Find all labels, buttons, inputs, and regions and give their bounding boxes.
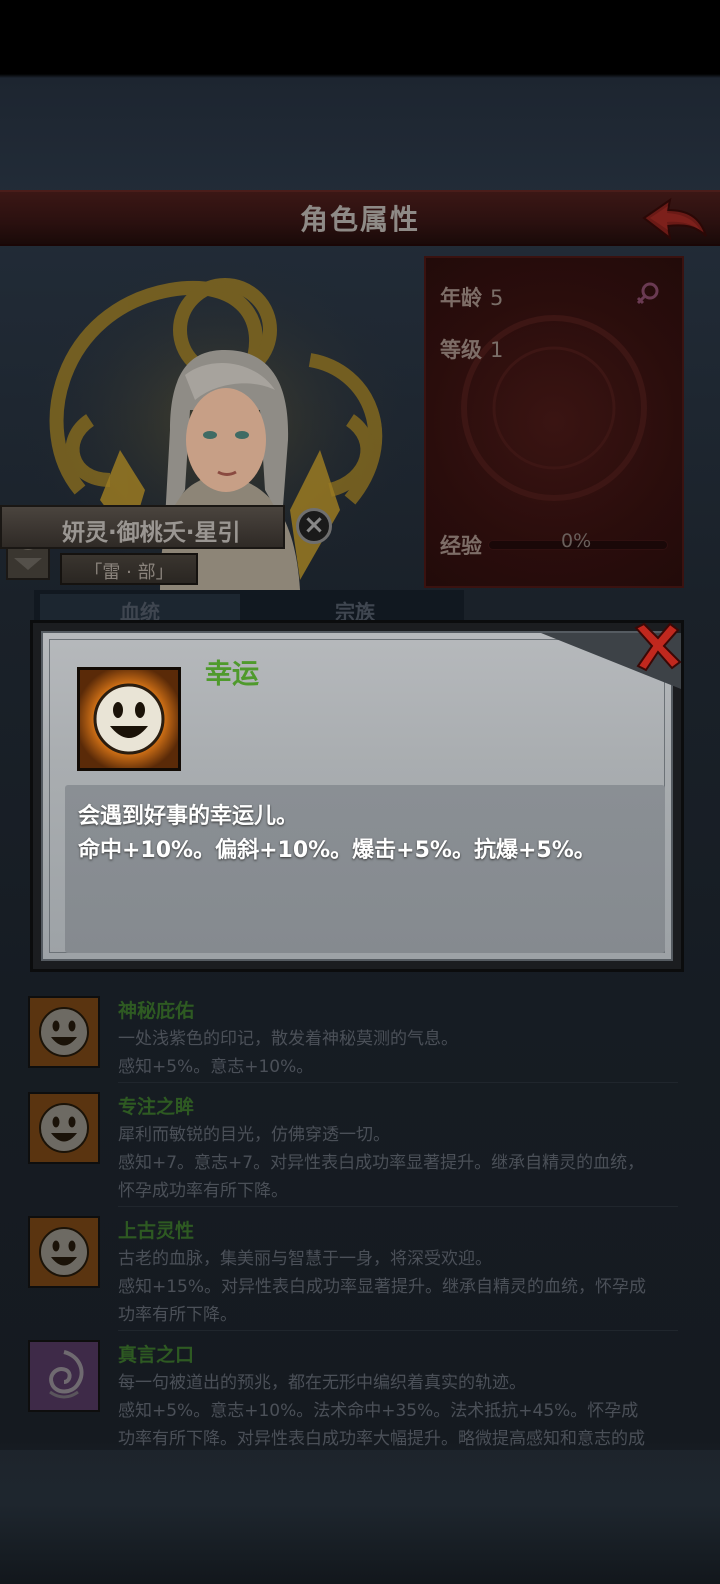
trait-line: 每一句被道出的预兆，都在无形中编织着真实的轨迹。 xyxy=(118,1373,526,1393)
trait-line: 怀孕成功率有所下降。 xyxy=(118,1181,288,1201)
trait-line: 感知+5%。意志+10%。 xyxy=(118,1057,314,1077)
modal-description-line-2: 命中+10%。偏斜+10%。爆击+5%。抗爆+5%。 xyxy=(78,838,596,863)
name-plate: 妍灵·御桃夭·星引 xyxy=(0,505,285,549)
modal-description-line-1: 会遇到好事的幸运儿。 xyxy=(78,804,299,829)
clan-name: 「雷 · 部」 xyxy=(84,562,174,583)
trait-line: 感知+15%。对异性表白成功率显著提升。继承自精灵的血统，怀孕成 xyxy=(118,1277,647,1297)
bottom-panel xyxy=(0,1450,720,1584)
back-arrow-button[interactable] xyxy=(640,196,710,244)
age-row: 年龄 5 xyxy=(440,282,503,312)
x-circle-icon: × xyxy=(303,510,325,540)
exp-value: 0% xyxy=(561,530,592,552)
level-value: 1 xyxy=(490,338,504,362)
trait-line: 犀利而敏锐的目光，仿佛穿透一切。 xyxy=(118,1125,390,1145)
smiley-face-icon xyxy=(28,996,100,1068)
smiley-face-icon xyxy=(28,1216,100,1288)
gender-icon xyxy=(634,280,662,308)
close-icon xyxy=(634,622,682,672)
character-name: 妍灵·御桃夭·星引 xyxy=(62,520,241,546)
back-arrow-icon xyxy=(642,197,707,241)
spiral-mouth-icon xyxy=(28,1340,100,1412)
title-bar: 角色属性 xyxy=(0,190,720,246)
remove-button[interactable]: × xyxy=(296,508,332,544)
trait-name: 上古灵性 xyxy=(118,1220,195,1242)
trait-line: 功率有所下降。对异性表白成功率大幅提升。略微提高感知和意志的成 xyxy=(118,1429,645,1449)
modal-panel xyxy=(41,631,681,961)
game-screen: 角色属性 年龄 5 等级 1 经验 0% 妍灵·御桃夭·星引 「雷 · 部」 ×… xyxy=(0,0,720,1584)
page-title: 角色属性 xyxy=(299,203,420,236)
trait-line: 功率有所下降。 xyxy=(118,1305,237,1325)
exp-label: 经验 xyxy=(440,534,482,558)
level-row: 等级 1 xyxy=(440,334,503,364)
level-label: 等级 xyxy=(440,338,482,362)
stats-panel: 年龄 5 等级 1 经验 0% xyxy=(424,256,684,588)
divider xyxy=(118,1206,678,1207)
divider xyxy=(118,1082,678,1083)
smiley-face-icon xyxy=(28,1092,100,1164)
modal-trait-icon xyxy=(77,667,181,771)
trait-detail-modal xyxy=(30,620,684,972)
trait-line: 感知+7。意志+7。对异性表白成功率显著提升。继承自精灵的血统， xyxy=(118,1153,645,1173)
modal-title: 幸运 xyxy=(205,659,259,690)
age-label: 年龄 xyxy=(440,286,482,310)
trait-line: 感知+5%。意志+10%。法术命中+35%。法术抵抗+45%。怀孕成 xyxy=(118,1401,639,1421)
trait-line: 一处浅紫色的印记，散发着神秘莫测的气息。 xyxy=(118,1029,458,1049)
age-value: 5 xyxy=(490,286,504,310)
trait-name: 专注之眸 xyxy=(118,1096,195,1118)
close-button[interactable] xyxy=(630,620,684,674)
smiley-face-icon xyxy=(80,670,178,768)
trait-line: 古老的血脉，集美丽与智慧于一身，将深受欢迎。 xyxy=(118,1249,492,1269)
divider xyxy=(118,1330,678,1331)
trait-name: 真言之口 xyxy=(118,1344,195,1366)
trait-name: 神秘庇佑 xyxy=(118,1000,195,1022)
clan-plate: 「雷 · 部」 xyxy=(60,553,198,585)
